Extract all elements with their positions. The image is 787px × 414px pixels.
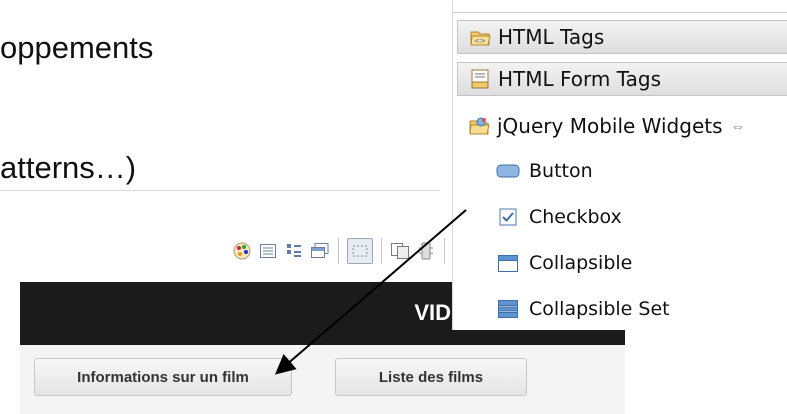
palette-category-label: HTML Tags [498,25,605,49]
palette-category-label: HTML Form Tags [498,67,662,91]
html-tags-icon: <> [468,25,492,49]
device-icon[interactable] [416,241,436,261]
film-info-button[interactable]: Informations sur un film [34,358,292,396]
collapsible-widget-icon [495,252,521,274]
palette-item-label: Button [529,160,593,182]
button-widget-icon [495,160,521,182]
html-form-tags-icon [468,67,492,91]
stack-icon[interactable] [310,241,330,261]
palette-item-label: Collapsible [529,252,633,274]
palette-category-jquery-mobile-widgets[interactable]: jQuery Mobile Widgets ⇔ [457,106,787,146]
toolbar-separator [381,238,382,264]
film-list-button[interactable]: Liste des films [335,358,527,396]
palette-item-label: Checkbox [529,206,622,228]
palette-item-label: Collapsible Set [529,298,670,320]
palette-item-collapsible-set[interactable]: Collapsible Set [495,294,670,324]
palette-category-html-form-tags[interactable]: HTML Form Tags [457,62,787,96]
divider [453,12,787,13]
collapsible-set-widget-icon [495,298,521,320]
toolbar-separator [444,238,445,264]
selection-icon[interactable] [347,238,373,264]
app-header-title: VID [414,300,451,325]
divider [0,190,440,191]
collapse-icon[interactable]: ⇔ [731,118,746,135]
slide-text-line-1: oppements [0,30,154,65]
nav-bar: Informations sur un film Liste des films [20,345,625,414]
svg-text:<>: <> [474,37,486,45]
jquery-mobile-widgets-icon [467,114,491,138]
checkbox-widget-icon [495,206,521,228]
copy-icon[interactable] [390,241,410,261]
palette-category-label: jQuery Mobile Widgets [497,114,723,138]
palette-icon[interactable] [232,241,252,261]
palette-category-html-tags[interactable]: <> HTML Tags [457,20,787,54]
slide-text-line-2: atterns…) [0,150,137,185]
tree-icon[interactable] [284,241,304,261]
palette-item-collapsible[interactable]: Collapsible [495,248,632,278]
palette-panel: <> HTML Tags HTML Form Tags jQuery Mobil… [452,0,787,330]
toolbar-separator [338,238,339,264]
palette-item-button[interactable]: Button [495,156,593,186]
palette-item-checkbox[interactable]: Checkbox [495,202,622,232]
list-icon[interactable] [258,241,278,261]
